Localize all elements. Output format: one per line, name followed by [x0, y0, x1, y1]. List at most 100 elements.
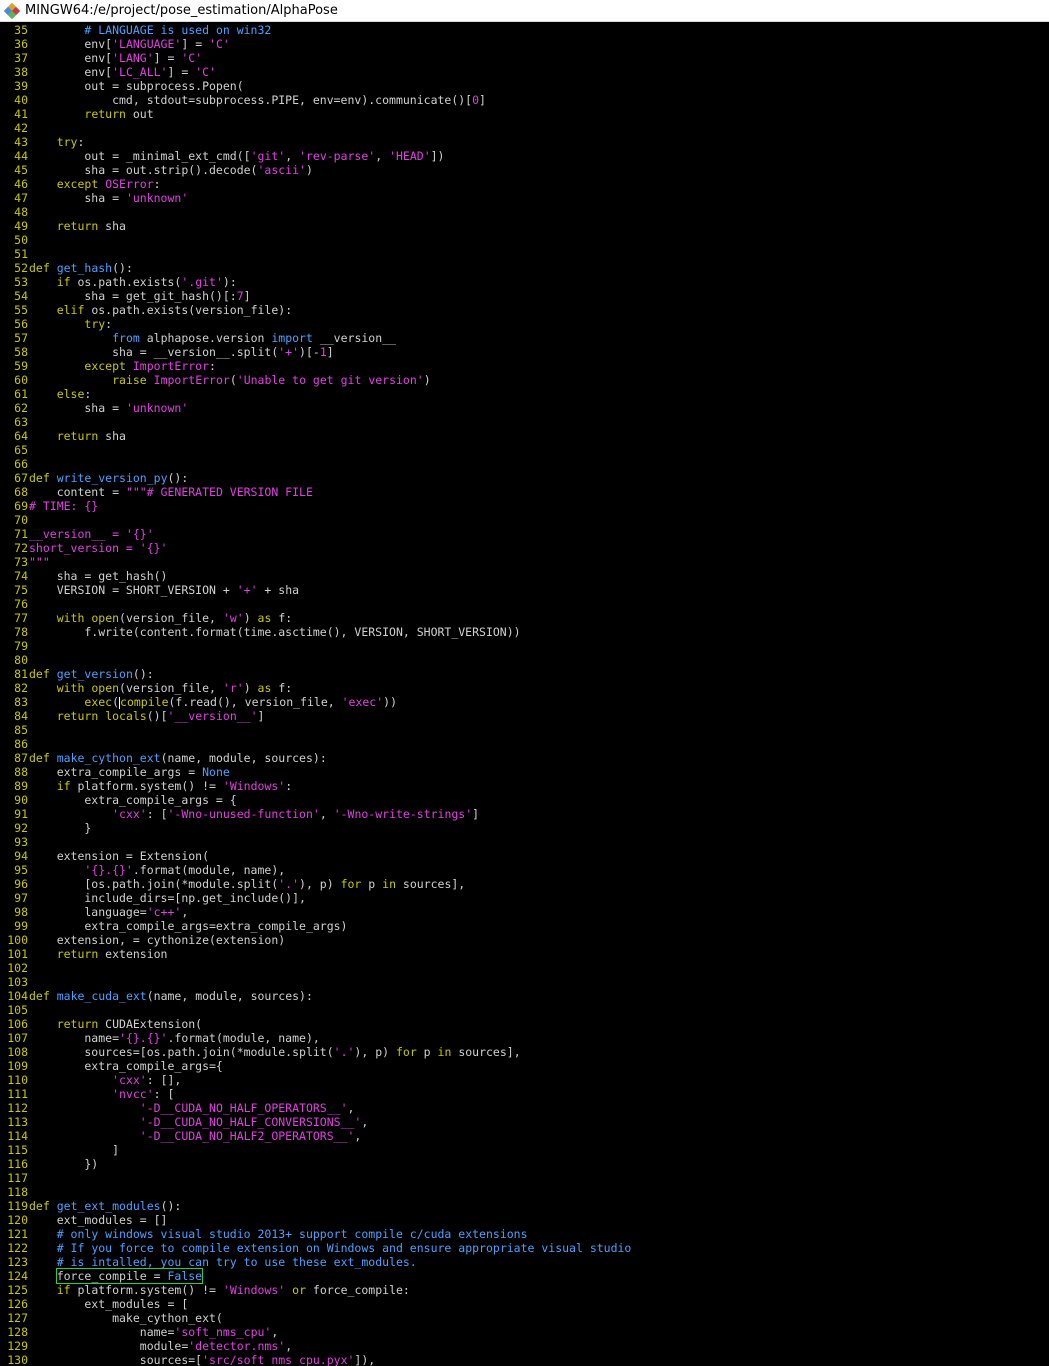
code-token: sha =	[29, 401, 126, 415]
code-line: 80	[0, 653, 1049, 667]
line-number: 91	[14, 807, 28, 821]
line-number: 124	[7, 1269, 28, 1283]
code-token: # is intalled, you can try to use these …	[56, 1255, 417, 1269]
code-token: if	[56, 1283, 71, 1297]
line-number: 126	[7, 1297, 28, 1311]
line-number: 94	[14, 849, 28, 863]
code-token: False	[167, 1269, 203, 1283]
code-token: 'C'	[181, 51, 203, 65]
code-token: 'unknown'	[125, 191, 189, 205]
code-token: 'Windows'	[222, 1283, 286, 1297]
code-token: # If you force to compile extension on W…	[56, 1241, 632, 1255]
code-token: ]	[243, 289, 251, 303]
code-text: if os.path.exists('.git'):	[28, 275, 237, 289]
code-line: 86	[0, 737, 1049, 751]
code-line: 38 env['LC_ALL'] = 'C'	[0, 65, 1049, 79]
line-number: 71	[14, 527, 28, 541]
code-text: out = _minimal_ext_cmd(['git', 'rev-pars…	[28, 149, 444, 163]
line-number: 69	[14, 499, 28, 513]
code-token: ext_modules = []	[29, 1213, 168, 1227]
code-text: try:	[28, 317, 112, 331]
code-text: '-D__CUDA_NO_HALF2_OPERATORS__',	[28, 1129, 362, 1143]
code-token: f:	[271, 611, 293, 625]
code-token: ] =	[181, 37, 210, 51]
code-line: 78 f.write(content.format(time.asctime()…	[0, 625, 1049, 639]
code-token: + sha	[257, 583, 300, 597]
line-number: 68	[14, 485, 28, 499]
code-token: ]	[29, 1143, 120, 1157]
code-token: 'C'	[195, 65, 216, 79]
code-token: 'nvcc'	[112, 1087, 154, 1101]
code-token: return	[56, 429, 99, 443]
code-token: '-Wno-write-strings'	[333, 807, 473, 821]
code-token: out = _minimal_ext_cmd([	[29, 149, 251, 163]
code-token: (version_file,	[119, 681, 223, 695]
code-token: as	[257, 681, 272, 695]
line-number: 56	[14, 317, 28, 331]
code-text: extra_compile_args=extra_compile_args)	[28, 919, 347, 933]
line-number: 118	[7, 1185, 28, 1199]
code-text: 'cxx': ['-Wno-unused-function', '-Wno-wr…	[28, 807, 479, 821]
code-token: '{}.{}'	[119, 1031, 168, 1045]
line-number: 115	[7, 1143, 28, 1157]
code-token: 'soft_nms_cpu'	[174, 1325, 272, 1339]
code-token: 'unknown'	[125, 401, 189, 415]
line-number: 77	[14, 611, 28, 625]
code-text: return extension	[28, 947, 168, 961]
line-number: 129	[7, 1339, 28, 1353]
code-line: 81def get_version():	[0, 667, 1049, 681]
code-text: def write_version_py():	[28, 471, 188, 485]
window-title: MINGW64:/e/project/pose_estimation/Alpha…	[25, 3, 338, 18]
code-text: sha = out.strip().decode('ascii')	[28, 163, 313, 177]
code-line: 122 # If you force to compile extension …	[0, 1241, 1049, 1255]
code-text: else:	[28, 387, 92, 401]
code-text: # If you force to compile extension on W…	[28, 1241, 632, 1255]
code-token: (name, module, sources):	[146, 989, 313, 1003]
code-token: language=	[29, 905, 147, 919]
code-token: 'LANG'	[112, 51, 154, 65]
code-text: cmd, stdout=subprocess.PIPE, env=env).co…	[28, 93, 486, 107]
code-token: platform.system() !=	[70, 779, 223, 793]
line-number: 51	[14, 247, 28, 261]
code-text: return out	[28, 107, 153, 121]
code-text: return CUDAExtension(	[28, 1017, 202, 1031]
line-number: 72	[14, 541, 28, 555]
code-token: ]	[257, 709, 265, 723]
code-text: except ImportError:	[28, 359, 216, 373]
code-token: (	[112, 695, 120, 709]
code-line: 93	[0, 835, 1049, 849]
line-number: 40	[14, 93, 28, 107]
code-line: 116 })	[0, 1157, 1049, 1171]
code-token: )	[243, 611, 258, 625]
line-number: 78	[14, 625, 28, 639]
line-number: 67	[14, 471, 28, 485]
code-token: 'w'	[222, 611, 244, 625]
terminal-editor[interactable]: 35 # LANGUAGE is used on win32 36 env['LA…	[0, 23, 1049, 1366]
code-token: ]	[472, 807, 480, 821]
line-number: 109	[7, 1059, 28, 1073]
code-token: : [	[146, 807, 168, 821]
code-line: 43 try:	[0, 135, 1049, 149]
code-token: raise	[112, 373, 147, 387]
code-text: env['LANGUAGE'] = 'C'	[28, 37, 229, 51]
code-token: ,	[375, 149, 390, 163]
line-number: 54	[14, 289, 28, 303]
code-line: 91 'cxx': ['-Wno-unused-function', '-Wno…	[0, 807, 1049, 821]
line-number: 42	[14, 121, 28, 135]
code-token: return	[56, 219, 99, 233]
code-line: 45 sha = out.strip().decode('ascii')	[0, 163, 1049, 177]
code-line: 79	[0, 639, 1049, 653]
code-text: def get_hash():	[28, 261, 133, 275]
